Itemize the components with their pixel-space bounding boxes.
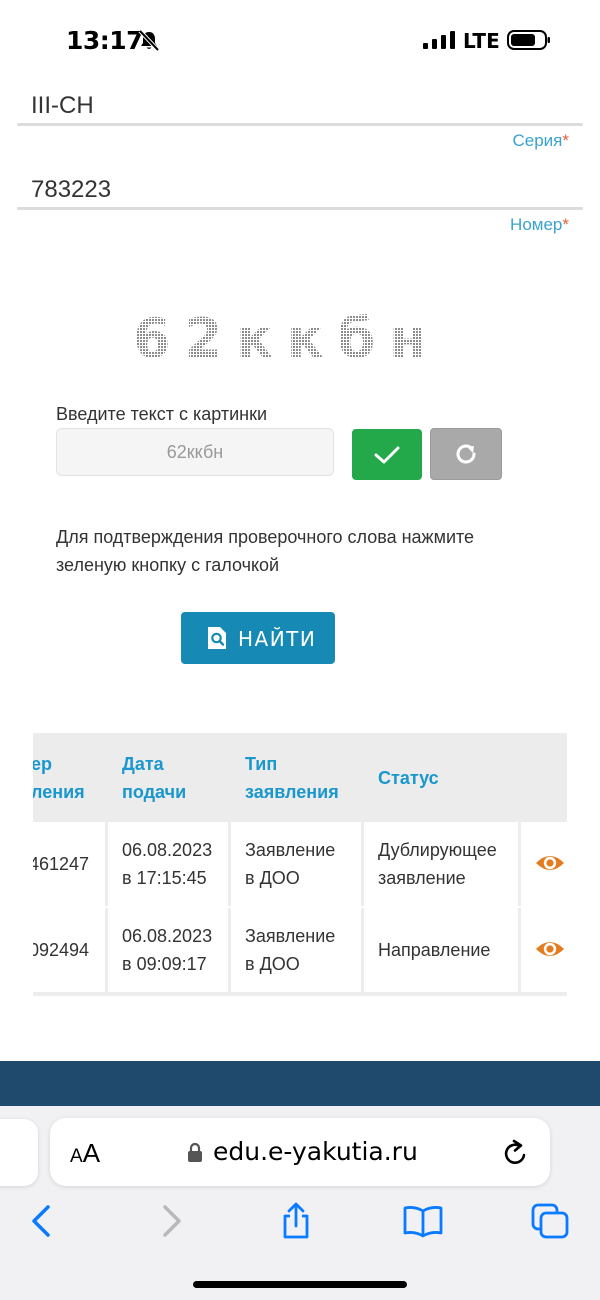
applications-table: ер ления Дата подачи Тип заявления Статус 4… (33, 733, 567, 996)
eye-icon[interactable] (535, 850, 565, 876)
back-icon[interactable] (24, 1202, 60, 1240)
table-header: ер ления Дата подачи Тип заявления Статус (33, 733, 567, 822)
refresh-icon (456, 444, 476, 464)
captcha-prompt: Введите текст с картинки (56, 404, 268, 424)
forward-icon[interactable] (153, 1202, 189, 1240)
header-type: Тип заявления (245, 754, 339, 802)
svg-text:62ккбн: 62ккбн (133, 307, 440, 370)
search-document-icon (208, 627, 226, 649)
series-value[interactable]: III-CH (31, 92, 94, 120)
cell-type: Заявление в ДОО (231, 822, 361, 906)
header-date: Дата подачи (122, 754, 187, 802)
url-text[interactable]: edu.e-yakutia.ru (213, 1137, 418, 1166)
cell-status: Направление (364, 908, 518, 992)
header-status: Статус (378, 768, 439, 788)
series-underline (17, 123, 583, 126)
table-row[interactable]: 461247 06.08.2023 в 17:15:45 Заявление в Д… (33, 822, 567, 906)
table-row[interactable]: 092494 06.08.2023 в 09:09:17 Заявление в Д… (33, 908, 567, 996)
cell-status: Дублирующее заявление (364, 822, 518, 906)
status-bar: 13:17 LTE (0, 0, 600, 80)
network-type: LTE (463, 29, 500, 53)
status-time: 13:17 (66, 26, 144, 55)
text-size-button[interactable]: AA (70, 1138, 100, 1169)
captcha-input[interactable]: 62ккбн (56, 428, 334, 476)
series-field[interactable]: III-CH Серия* (17, 86, 583, 156)
cell-type: Заявление в ДОО (231, 908, 361, 992)
number-field[interactable]: 783223 Номер* (17, 170, 583, 240)
cell-number: 092494 (33, 908, 105, 992)
captcha-hint: Для подтверждения проверочного слова наж… (56, 527, 475, 575)
number-underline (17, 207, 583, 210)
number-value[interactable]: 783223 (31, 176, 111, 204)
bookmarks-icon[interactable] (403, 1202, 443, 1240)
site-footer (0, 1061, 600, 1111)
search-button-label: НАЙТИ (238, 627, 317, 651)
cell-date: 06.08.2023 в 09:09:17 (108, 908, 228, 992)
battery-icon (507, 30, 550, 50)
signal-icon (423, 31, 455, 49)
eye-icon[interactable] (535, 936, 565, 962)
captcha-confirm-button[interactable] (352, 429, 422, 480)
search-button[interactable]: НАЙТИ (181, 612, 335, 664)
home-indicator (193, 1281, 407, 1288)
checkmark-icon (374, 446, 400, 463)
cell-action (521, 822, 567, 906)
bell-slash-icon (138, 30, 160, 52)
header-number: ер ления (33, 754, 85, 802)
captcha-image: 62ккбн (133, 307, 440, 370)
cell-number: 461247 (33, 822, 105, 906)
cell-action (521, 908, 567, 992)
captcha-refresh-button[interactable] (430, 428, 502, 480)
tabs-icon[interactable] (530, 1202, 570, 1240)
series-label: Серия* (512, 131, 569, 150)
address-bar[interactable]: AA edu.e-yakutia.ru (50, 1118, 550, 1186)
lock-icon (188, 1142, 202, 1162)
reload-icon[interactable] (502, 1138, 530, 1168)
number-label: Номер* (510, 215, 569, 234)
cell-date: 06.08.2023 в 17:15:45 (108, 822, 228, 906)
previous-tab-preview[interactable] (0, 1119, 38, 1186)
share-icon[interactable] (278, 1202, 314, 1240)
